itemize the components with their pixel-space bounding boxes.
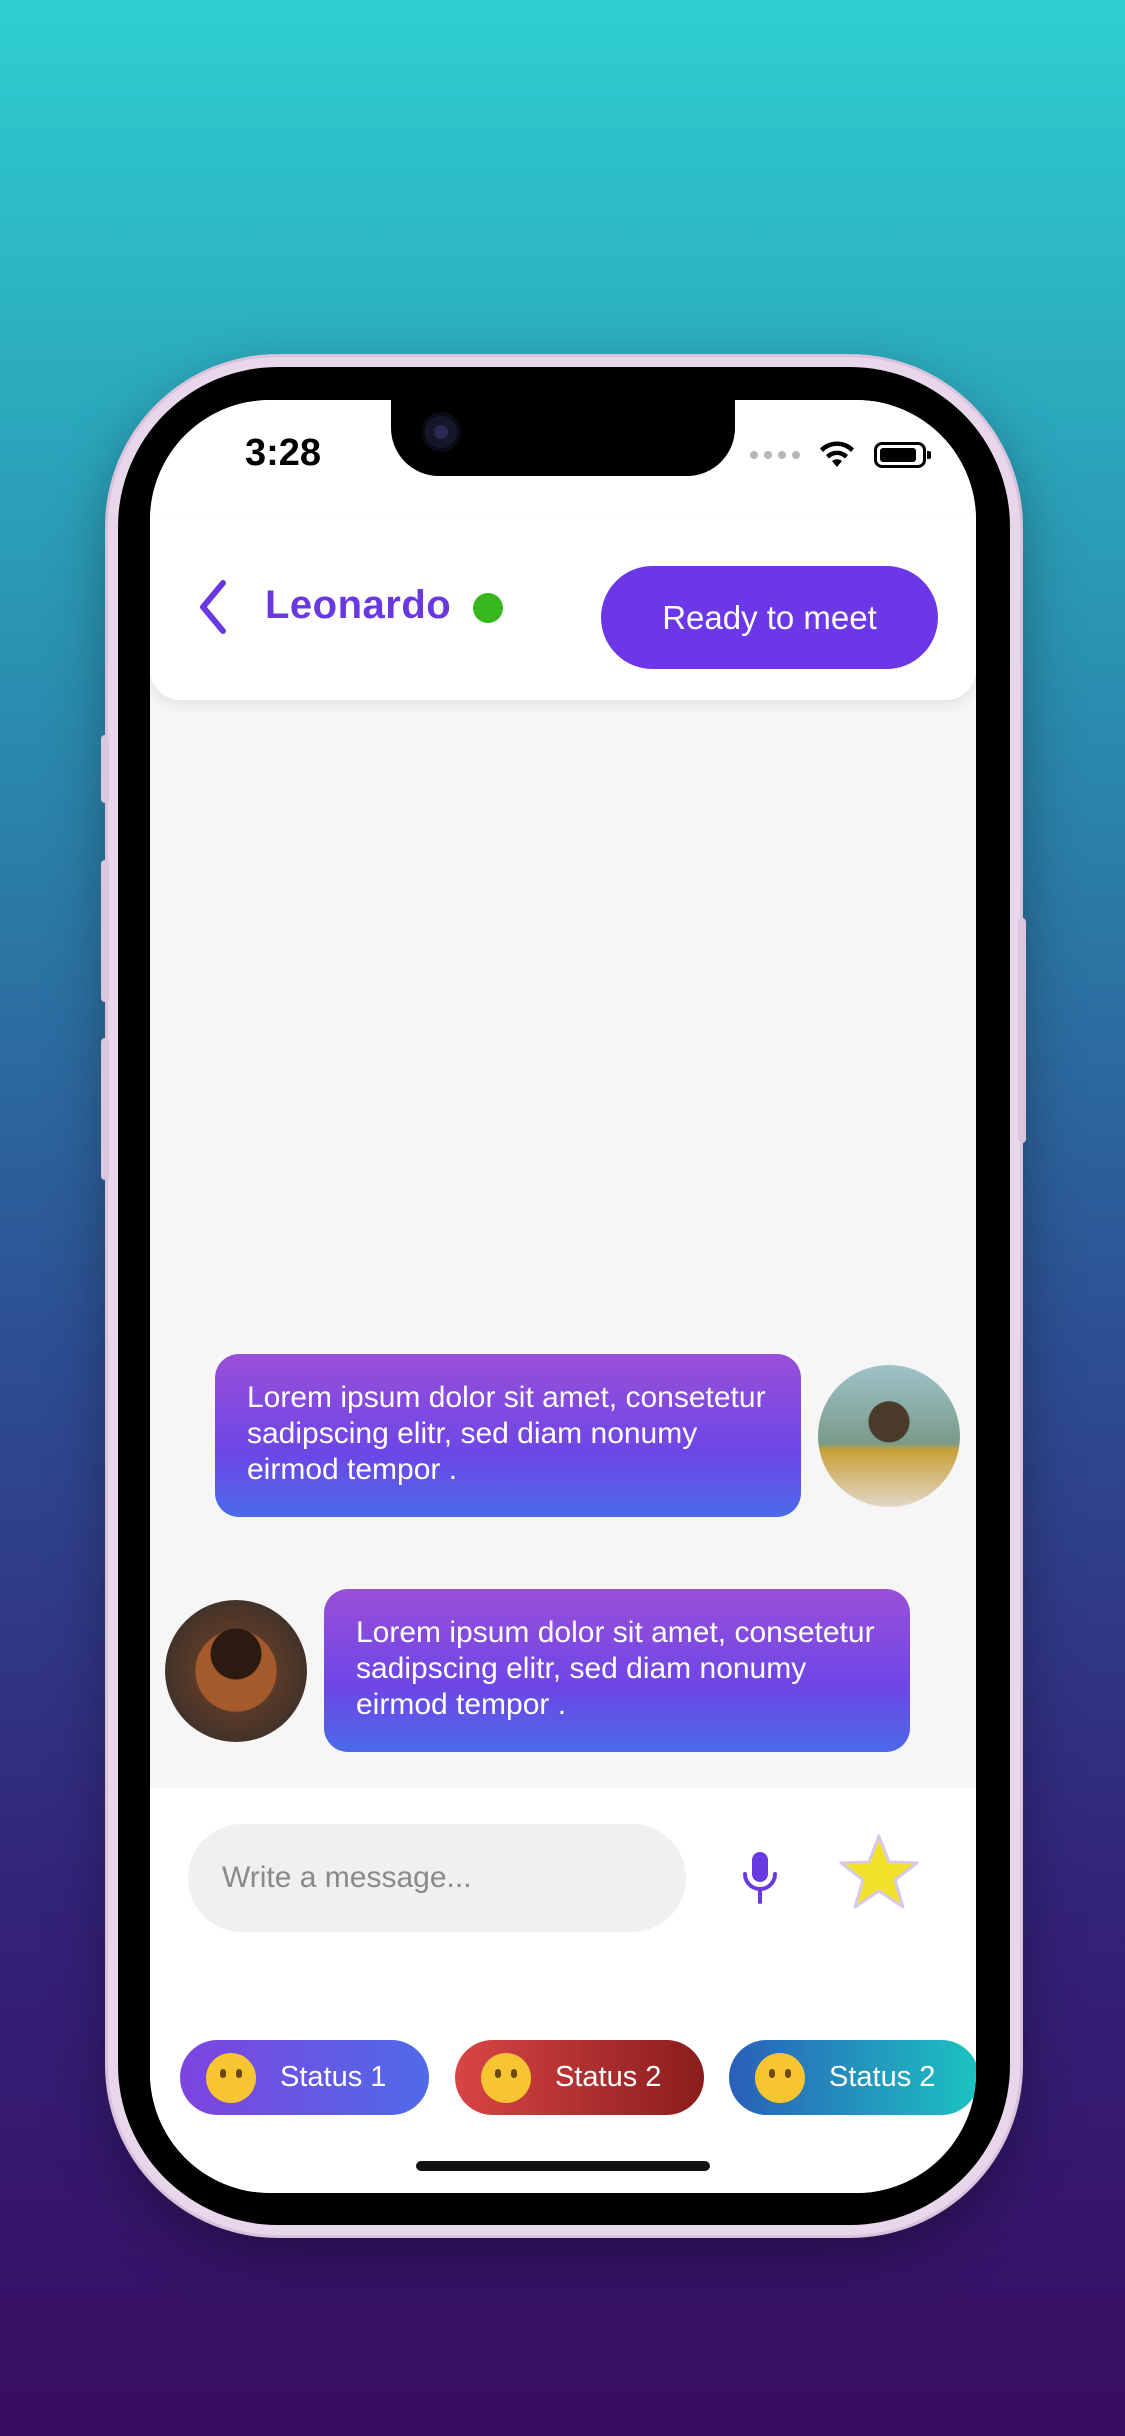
status-chip-label: Status 2 [829, 2061, 936, 2093]
user-avatar[interactable] [165, 1599, 307, 1742]
phone-silent-switch [101, 735, 109, 803]
status-chip-2[interactable]: Status 2 [455, 2040, 704, 2115]
notch [391, 400, 735, 476]
message-row-incoming: Lorem ipsum dolor sit amet, consetetur s… [215, 1354, 960, 1517]
status-chip-3[interactable]: Status 2 [729, 2040, 976, 2115]
message-bubble: Lorem ipsum dolor sit amet, consetetur s… [324, 1589, 910, 1752]
screen: 3:28 Leonardo Ready to meet Lorem ipsum … [150, 400, 976, 2193]
composer: Status 1 Status 2 Status 2 [150, 1788, 976, 2193]
message-row-outgoing: Lorem ipsum dolor sit amet, consetetur s… [165, 1589, 910, 1752]
cellular-signal-icon [750, 451, 800, 459]
phone-power-button [1018, 918, 1026, 1143]
microphone-icon[interactable] [735, 1848, 785, 1908]
smiling-face-icon [206, 2052, 256, 2103]
ready-to-meet-button[interactable]: Ready to meet [601, 566, 938, 669]
battery-icon [874, 442, 931, 468]
wifi-icon [820, 441, 854, 467]
contact-avatar[interactable] [818, 1364, 960, 1507]
phone-volume-down [101, 1038, 109, 1180]
status-chip-1[interactable]: Status 1 [180, 2040, 429, 2115]
contact-name[interactable]: Leonardo [265, 583, 451, 628]
status-chip-label: Status 1 [280, 2061, 387, 2093]
status-time: 3:28 [245, 432, 322, 474]
back-chevron-icon[interactable] [195, 577, 231, 637]
star-icon[interactable] [837, 1830, 921, 1914]
yawning-face-icon [481, 2052, 531, 2103]
status-chip-label: Status 2 [555, 2061, 662, 2093]
front-camera [421, 412, 461, 452]
status-icons [750, 440, 931, 470]
message-input[interactable] [188, 1824, 686, 1932]
chat-header: Leonardo Ready to meet [150, 520, 976, 700]
home-indicator[interactable] [416, 2161, 710, 2171]
message-bubble: Lorem ipsum dolor sit amet, consetetur s… [215, 1354, 801, 1517]
phone-volume-up [101, 860, 109, 1002]
upside-down-face-icon [755, 2052, 805, 2103]
online-status-indicator [473, 593, 503, 623]
